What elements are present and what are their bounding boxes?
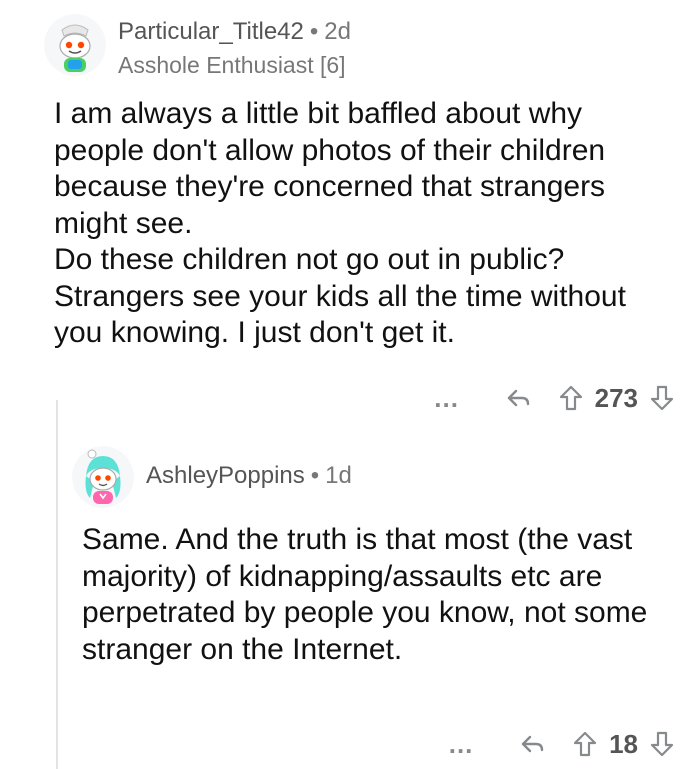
downvote-button[interactable]: [646, 385, 678, 411]
downvote-button[interactable]: [646, 731, 678, 757]
comment-paragraph: I am always a little bit baffled about w…: [54, 97, 606, 240]
upvote-button[interactable]: [555, 385, 587, 411]
comment-paragraph: Same. And the truth is that most (the va…: [82, 523, 648, 666]
comment-meta: Particular_Title42 • 2d: [118, 18, 351, 46]
user-flair: Asshole Enthusiast [6]: [118, 52, 346, 78]
vote-score: 273: [594, 382, 638, 413]
snoo-avatar-icon: [72, 446, 134, 508]
username[interactable]: Particular_Title42: [118, 18, 304, 45]
comment-age: 2d: [324, 18, 351, 45]
reply-button[interactable]: [501, 387, 537, 409]
avatar[interactable]: [72, 446, 134, 508]
comment-age: 1d: [325, 462, 352, 489]
comment-body: I am always a little bit baffled about w…: [54, 96, 664, 352]
avatar[interactable]: [44, 14, 106, 76]
comment-actions: ... 273: [427, 380, 678, 416]
more-options-button[interactable]: ...: [427, 383, 467, 414]
vote-score: 18: [609, 728, 638, 759]
meta-separator: •: [310, 462, 320, 489]
comment-1: Particular_Title42 • 2d Asshole Enthusiast…: [0, 0, 700, 420]
more-options-button[interactable]: ...: [441, 729, 481, 760]
reply-arrow-icon: [521, 735, 544, 753]
upvote-arrow-icon: [573, 731, 597, 757]
snoo-avatar-icon: [44, 14, 106, 76]
comment-actions: ... 18: [441, 726, 678, 762]
downvote-arrow-icon: [650, 385, 674, 411]
reply-arrow-icon: [507, 389, 529, 407]
meta-separator: •: [309, 18, 319, 45]
reply-button[interactable]: [515, 733, 551, 755]
username[interactable]: AshleyPoppins: [146, 462, 305, 489]
comment-meta: AshleyPoppins • 1d: [146, 462, 352, 490]
upvote-button[interactable]: [569, 731, 601, 757]
comment-body: Same. And the truth is that most (the va…: [82, 522, 662, 668]
comment-paragraph: Do these children not go out in public? …: [54, 243, 626, 349]
comment-2: AshleyPoppins • 1d Same. And the truth is …: [0, 420, 700, 769]
downvote-arrow-icon: [650, 731, 674, 757]
upvote-arrow-icon: [559, 385, 582, 411]
